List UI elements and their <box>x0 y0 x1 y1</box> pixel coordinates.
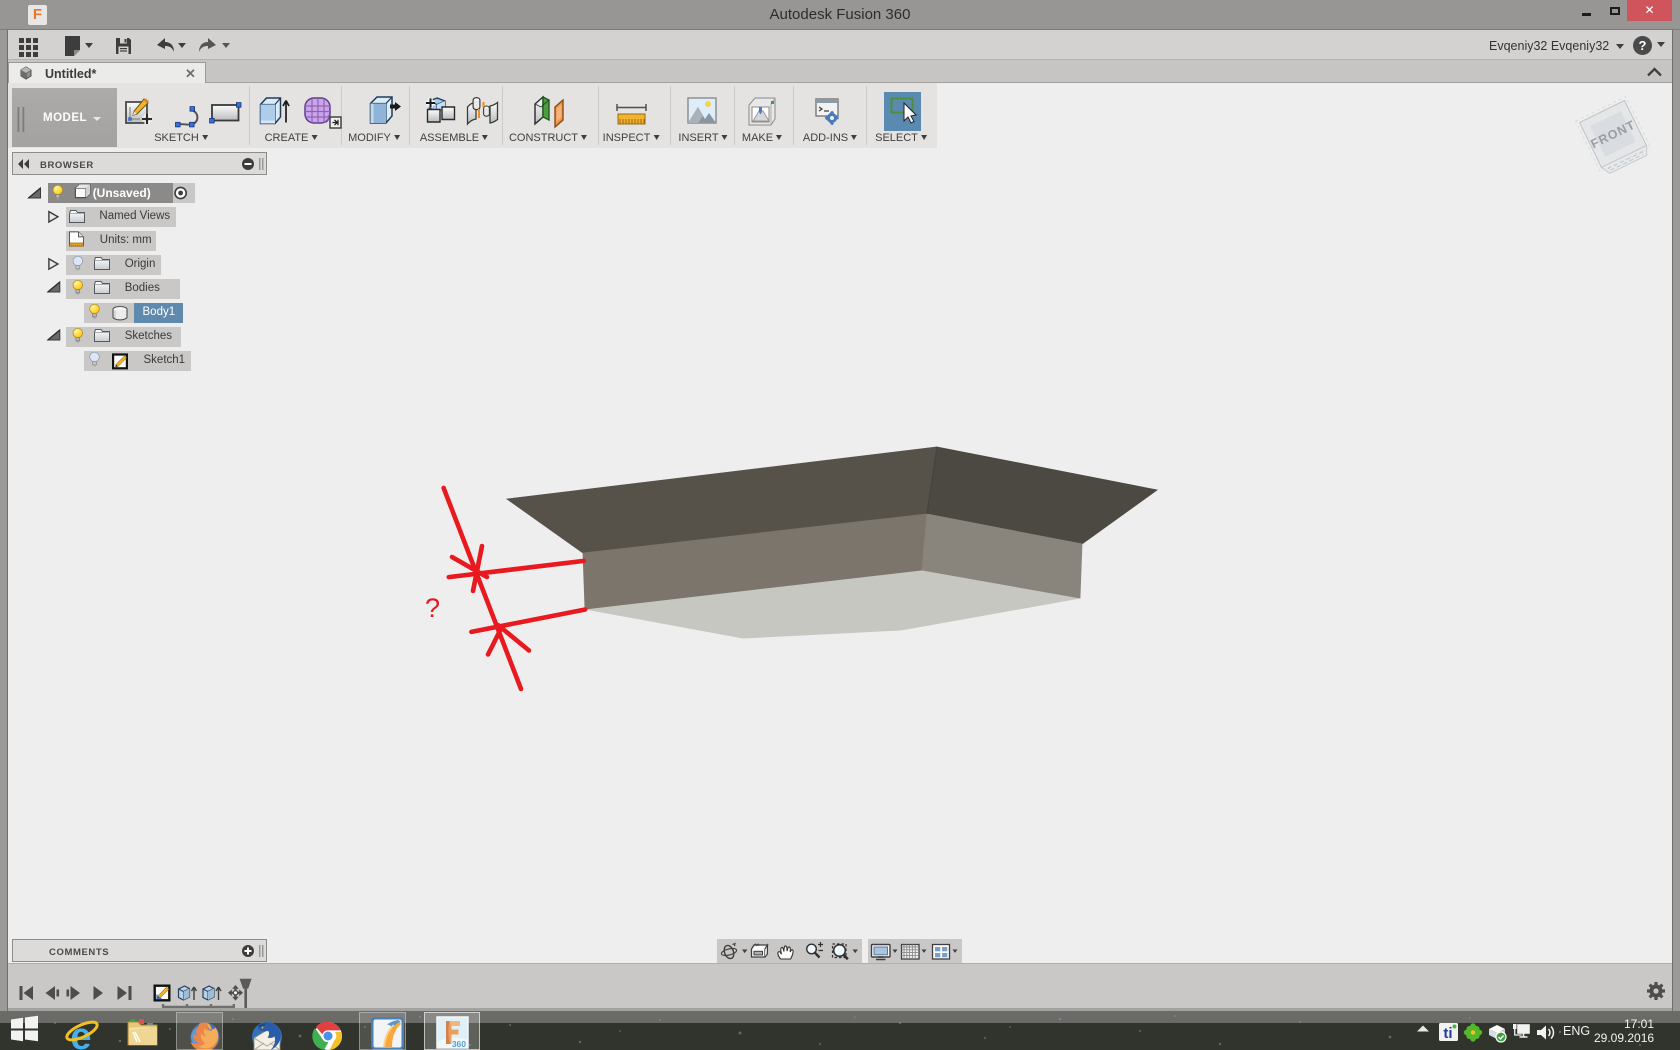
svg-text:ti: ti <box>1443 1025 1452 1042</box>
svg-text:?: ? <box>425 593 440 623</box>
